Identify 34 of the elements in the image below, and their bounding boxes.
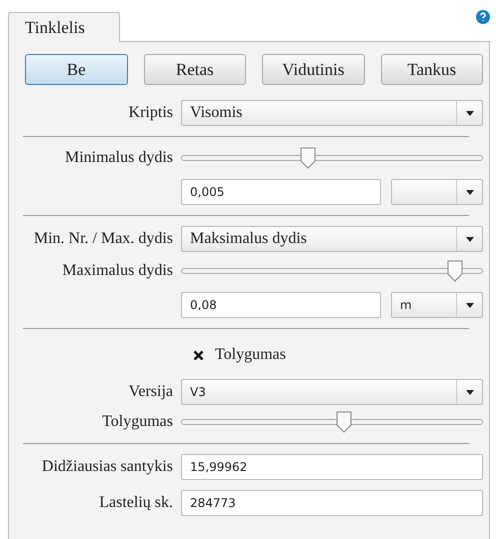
input-field[interactable]: 0,005 (181, 179, 381, 205)
slider-thumb[interactable] (447, 260, 463, 282)
dropdown-arrow-icon (466, 190, 474, 194)
checkbox[interactable] (191, 348, 205, 362)
dropdown[interactable] (391, 179, 483, 205)
cross-icon (192, 350, 204, 360)
field-label: Minimalus dydis (64, 148, 174, 168)
readout: 15,99962 (181, 454, 483, 480)
dropdown[interactable]: m (391, 292, 483, 318)
density-button[interactable]: Be (25, 54, 128, 85)
dropdown-arrow-icon (466, 302, 474, 308)
field-label: Didžiausias santykis (40, 457, 174, 477)
field-label: Tolygumas (101, 412, 174, 432)
dropdown-arrow-icon (466, 390, 474, 394)
field-label: Versija (128, 382, 174, 402)
help-icon[interactable] (476, 10, 490, 24)
dropdown-arrow-icon (466, 110, 474, 116)
field-label: Maximalus dydis (61, 261, 174, 281)
readout: 284773 (181, 490, 483, 516)
checkbox-label: Tolygumas (215, 345, 286, 365)
field-label: Min. Nr. / Max. dydis (32, 229, 174, 249)
slider-thumb[interactable] (336, 411, 352, 433)
dropdown-arrow-icon (466, 236, 474, 242)
input-field[interactable]: 0,08 (181, 292, 381, 318)
dropdown[interactable]: Maksimalus dydis (181, 226, 483, 252)
slider-thumb[interactable] (300, 147, 316, 169)
density-button[interactable]: Tankus (380, 54, 483, 85)
field-label: Lastelių sk. (98, 493, 174, 513)
tab[interactable]: Tinklelis (8, 12, 120, 42)
dropdown[interactable]: V3 (181, 379, 483, 405)
density-button[interactable]: Vidutinis (262, 54, 364, 85)
density-button[interactable]: Retas (144, 54, 246, 85)
field-label: Kriptis (128, 103, 174, 123)
dropdown[interactable]: Visomis (181, 100, 483, 126)
